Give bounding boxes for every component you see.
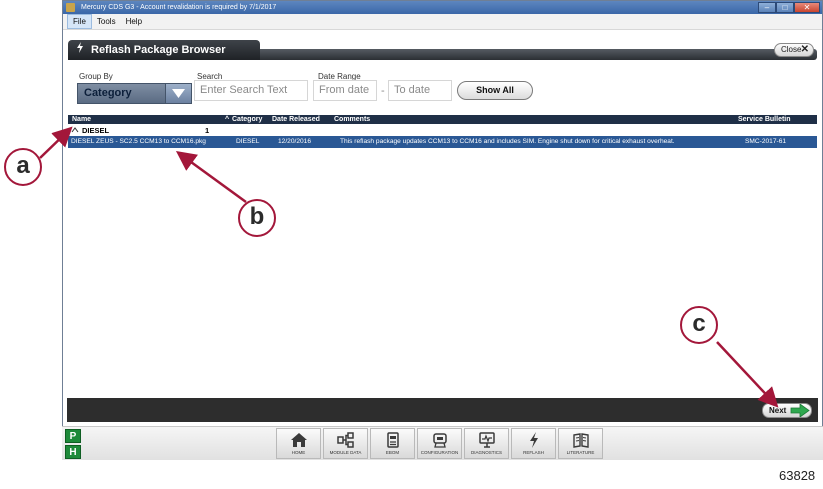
callout-c: c xyxy=(680,306,718,344)
callout-b: b xyxy=(238,199,276,237)
arrow-c xyxy=(716,341,779,408)
arrow-b xyxy=(175,151,247,204)
annotation-arrows xyxy=(39,126,779,408)
screenshot-stage: Mercury CDS G3 - Account revalidation is… xyxy=(0,0,823,489)
arrow-a xyxy=(39,126,73,159)
callout-a: a xyxy=(4,148,42,186)
figure-number: 63828 xyxy=(779,468,816,483)
